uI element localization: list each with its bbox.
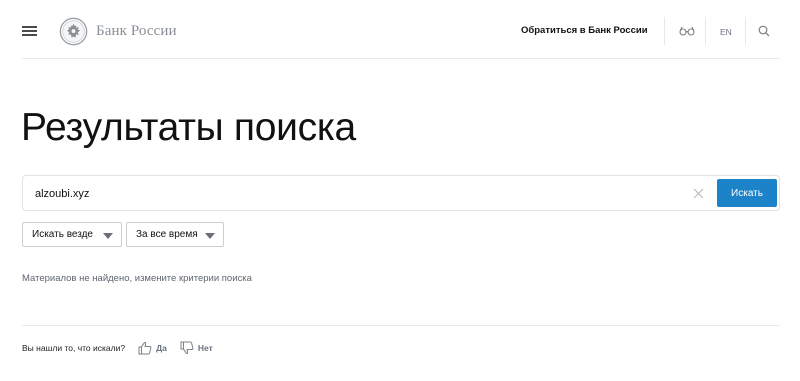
scope-select[interactable]: Искать везде bbox=[22, 222, 122, 247]
search-input[interactable] bbox=[35, 185, 685, 203]
page-title: Результаты поиска bbox=[21, 106, 356, 149]
divider bbox=[22, 58, 780, 59]
glasses-icon[interactable] bbox=[679, 25, 695, 37]
logo-text: Банк России bbox=[96, 22, 177, 39]
period-select[interactable]: За все время bbox=[126, 222, 224, 247]
feedback-yes-label: Да bbox=[156, 343, 167, 353]
header-divider bbox=[705, 17, 706, 45]
contact-bank-link[interactable]: Обратиться в Банк России bbox=[521, 25, 648, 36]
search-icon[interactable] bbox=[758, 25, 770, 37]
feedback-no-button[interactable]: Нет bbox=[180, 341, 213, 355]
language-switch[interactable]: EN bbox=[720, 27, 732, 37]
bank-emblem-icon bbox=[59, 17, 88, 45]
feedback-question: Вы нашли то, что искали? bbox=[22, 343, 126, 353]
header-divider bbox=[664, 17, 665, 45]
site-header: Банк России Обратиться в Банк России EN bbox=[0, 0, 800, 60]
period-select-label: За все время bbox=[136, 229, 198, 240]
search-bar: Искать bbox=[22, 175, 780, 211]
clear-icon[interactable] bbox=[693, 188, 704, 199]
menu-icon[interactable] bbox=[22, 25, 37, 37]
feedback-yes-button[interactable]: Да bbox=[138, 341, 167, 355]
feedback-no-label: Нет bbox=[197, 343, 213, 353]
feedback-bar: Вы нашли то, что искали? Да Нет bbox=[22, 341, 213, 355]
scope-select-label: Искать везде bbox=[32, 229, 93, 240]
search-button[interactable]: Искать bbox=[717, 179, 777, 207]
divider bbox=[22, 325, 780, 326]
logo[interactable]: Банк России bbox=[59, 16, 177, 46]
chevron-down-icon bbox=[103, 233, 113, 239]
chevron-down-icon bbox=[205, 233, 215, 239]
thumbs-down-icon bbox=[180, 341, 194, 355]
thumbs-up-icon bbox=[138, 341, 152, 355]
header-divider bbox=[745, 17, 746, 45]
empty-results-message: Материалов не найдено, измените критерии… bbox=[22, 273, 252, 284]
